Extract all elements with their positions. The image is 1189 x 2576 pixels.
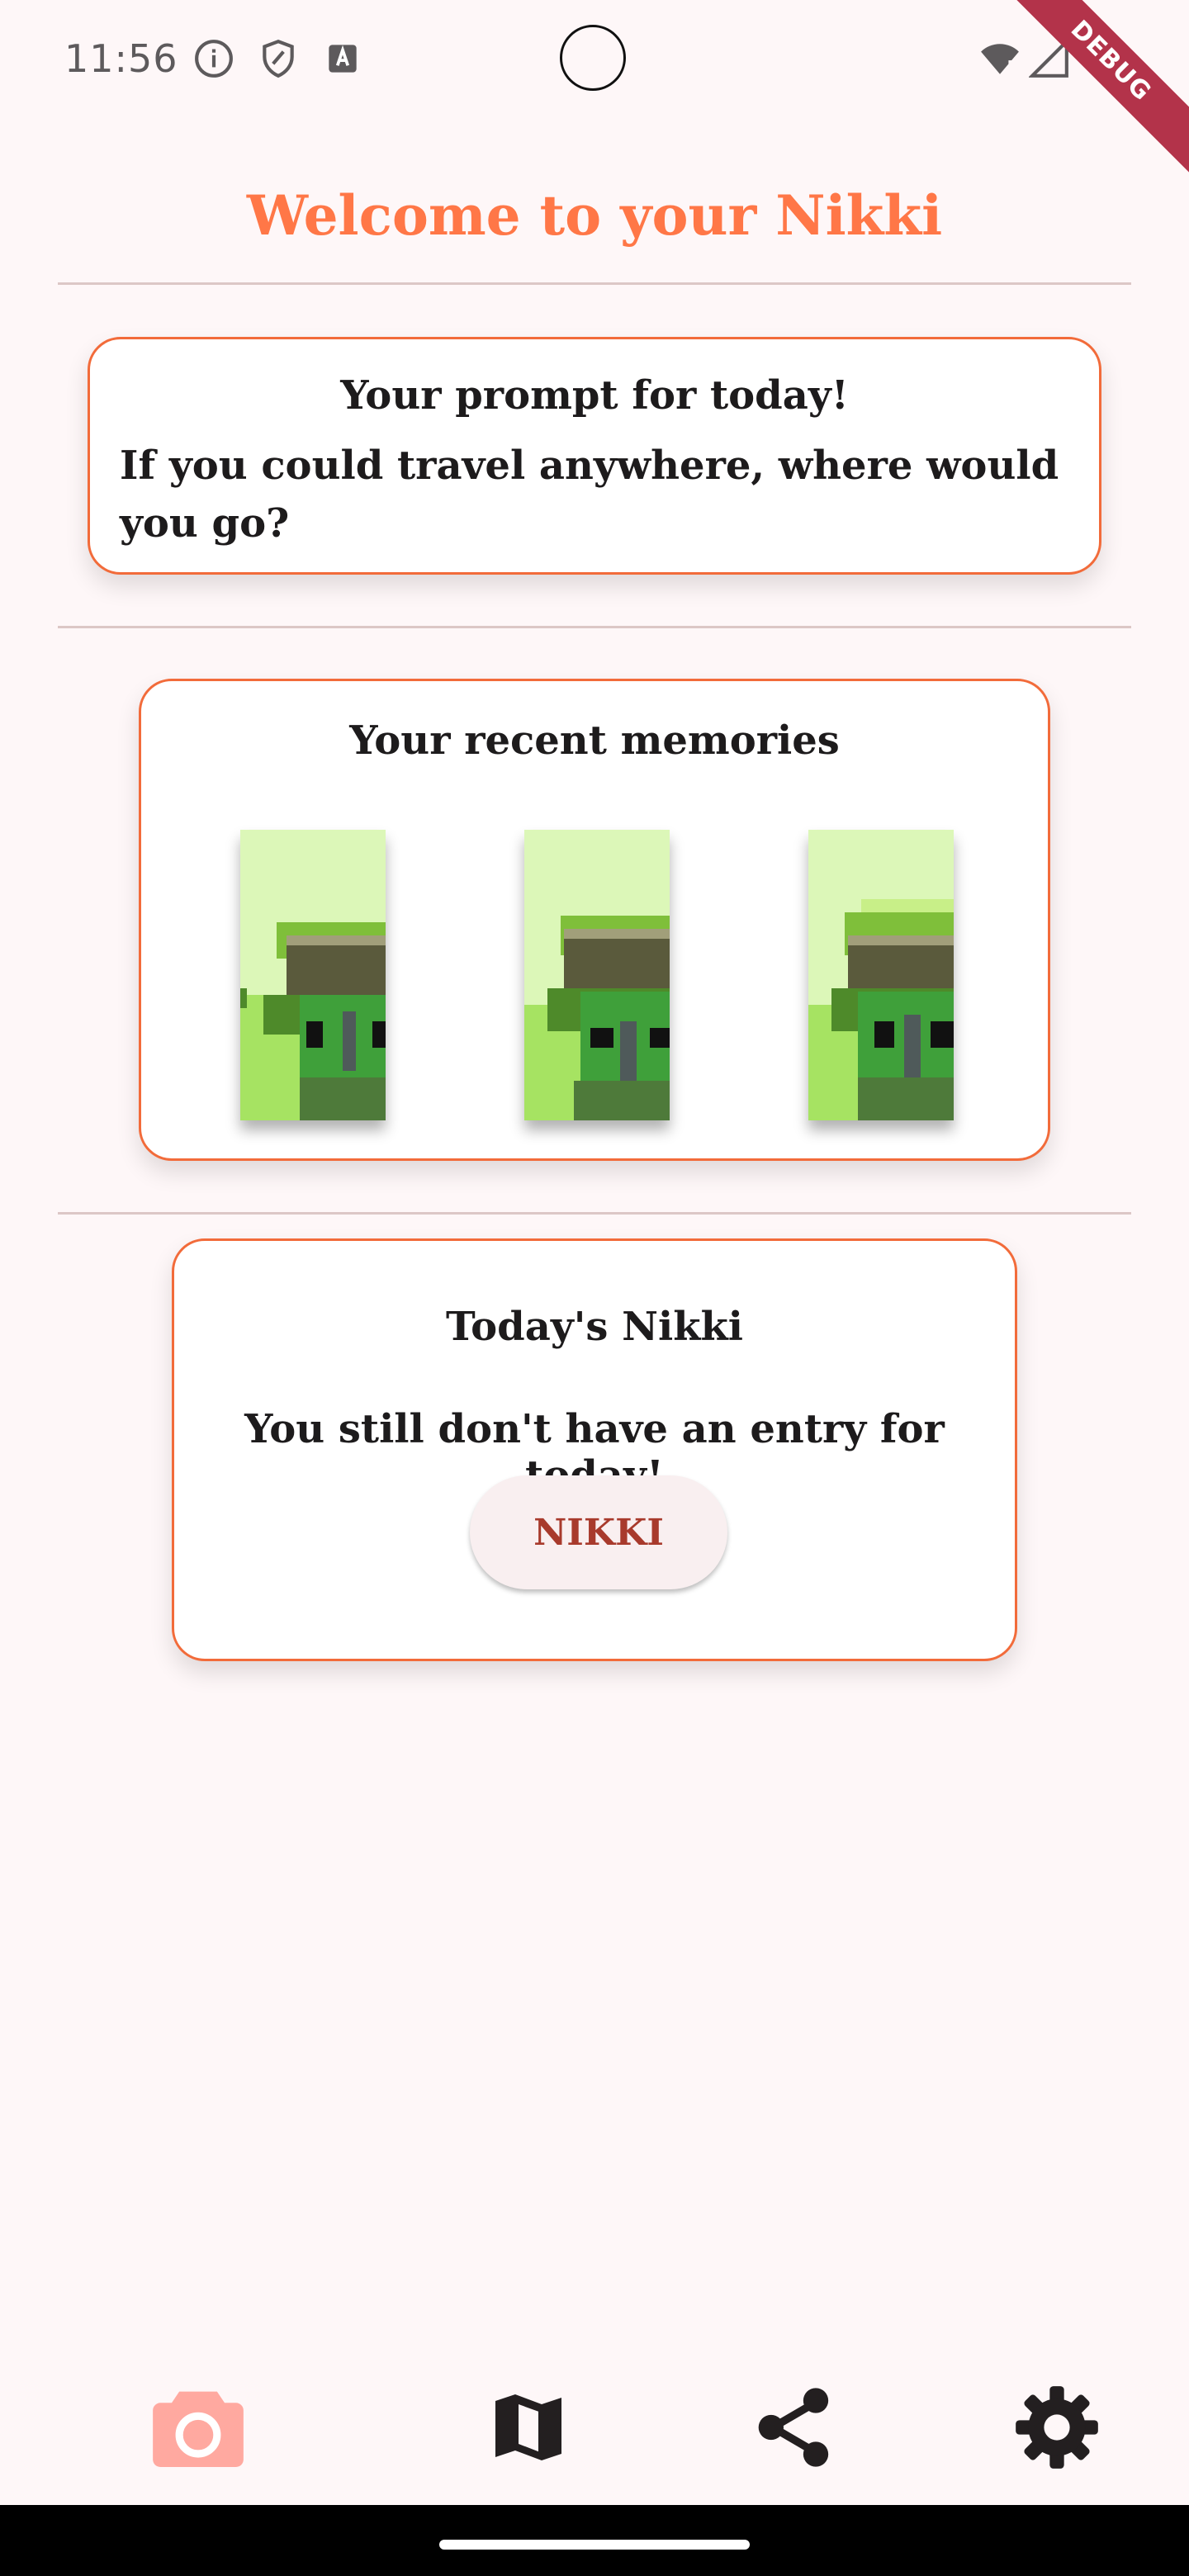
map-icon <box>495 2394 561 2460</box>
divider <box>58 1212 1131 1215</box>
info-icon <box>195 40 233 78</box>
today-card: Today's Nikki You still don't have an en… <box>172 1238 1017 1661</box>
nav-map[interactable] <box>429 2370 628 2485</box>
share-icon <box>758 2388 829 2467</box>
prompt-text: If you could travel anywhere, where woul… <box>120 443 1059 547</box>
text-icon <box>329 45 357 73</box>
nav-settings[interactable] <box>958 2370 1156 2485</box>
front-camera <box>560 25 626 91</box>
shield-icon <box>263 39 294 78</box>
debug-banner: DEBUG <box>997 0 1189 174</box>
prompt-card: Your prompt for today! If you could trav… <box>88 337 1101 575</box>
nikki-button[interactable]: NIKKI <box>470 1475 727 1589</box>
bottom-nav <box>0 2370 1189 2510</box>
home-gesture-handle[interactable] <box>439 2540 750 2550</box>
nav-share[interactable] <box>695 2370 893 2485</box>
prompt-heading: Your prompt for today! <box>340 372 849 419</box>
memory-thumbnail[interactable] <box>240 830 386 1120</box>
divider <box>58 282 1131 285</box>
settings-icon <box>1016 2386 1098 2469</box>
memory-thumbnail[interactable] <box>524 830 670 1120</box>
status-time: 11:56 <box>64 36 178 81</box>
page-title: Welcome to your Nikki <box>246 183 943 248</box>
status-bar: 11:56 DEBUG <box>0 0 1189 174</box>
divider <box>58 626 1131 628</box>
memories-heading: Your recent memories <box>349 717 840 764</box>
wifi-icon <box>981 44 1019 74</box>
nav-camera[interactable] <box>99 2370 297 2485</box>
memories-card: Your recent memories <box>139 679 1050 1161</box>
memory-thumbnail[interactable] <box>808 830 954 1120</box>
today-heading: Today's Nikki <box>445 1304 744 1350</box>
camera-icon <box>153 2391 244 2467</box>
